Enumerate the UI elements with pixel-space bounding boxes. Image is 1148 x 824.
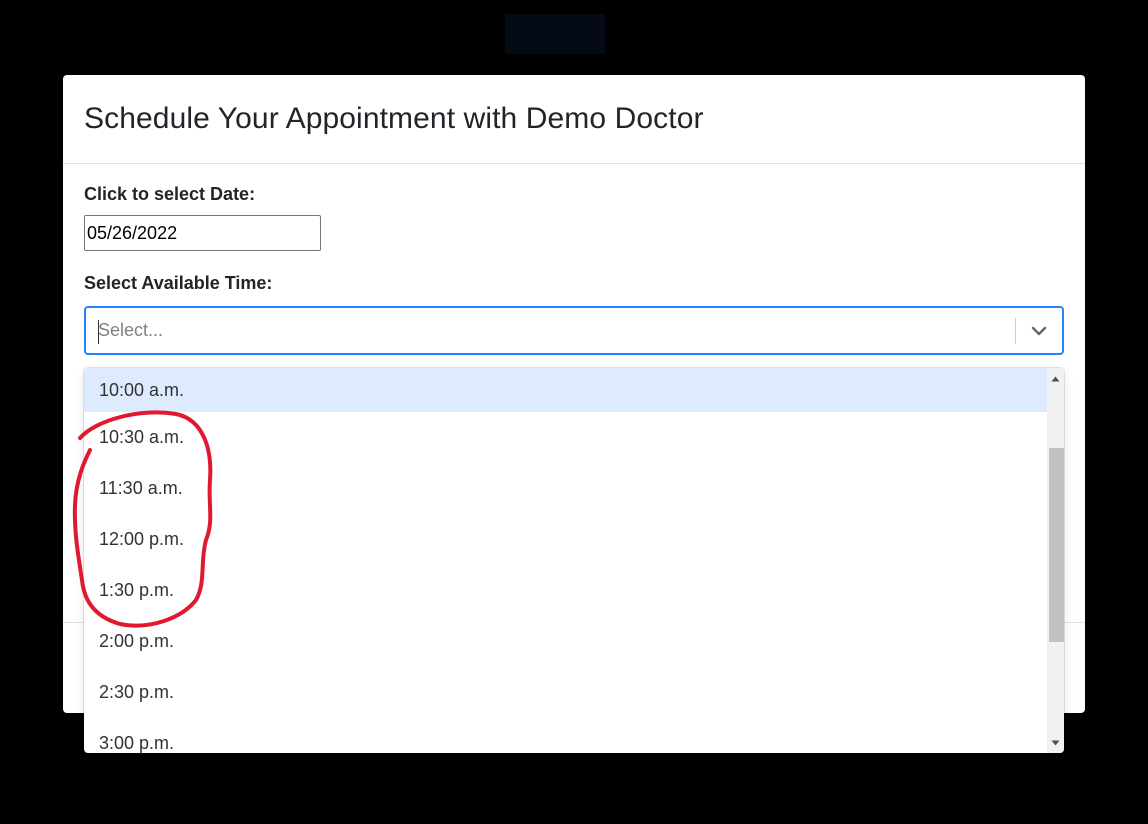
date-input[interactable] xyxy=(84,215,321,251)
menu-scrollbar[interactable] xyxy=(1047,368,1064,753)
text-cursor xyxy=(98,320,99,344)
background-fragment xyxy=(505,14,605,54)
time-option[interactable]: 11:30 a.m. xyxy=(84,463,1047,514)
scrollbar-thumb[interactable] xyxy=(1049,448,1064,642)
time-option[interactable]: 12:00 p.m. xyxy=(84,514,1047,565)
time-option[interactable]: 3:00 p.m. xyxy=(84,718,1047,753)
triangle-down-icon[interactable] xyxy=(1047,734,1064,751)
time-option[interactable]: 1:30 p.m. xyxy=(84,565,1047,616)
time-select[interactable]: Select... xyxy=(84,306,1064,355)
time-option[interactable]: 10:30 a.m. xyxy=(84,412,1047,463)
modal-header: Schedule Your Appointment with Demo Doct… xyxy=(63,75,1085,164)
select-placeholder-container[interactable]: Select... xyxy=(86,308,1015,353)
time-label: Select Available Time: xyxy=(84,273,273,293)
time-options-list: 10:00 a.m. 10:30 a.m. 11:30 a.m. 12:00 p… xyxy=(84,368,1047,753)
select-placeholder: Select... xyxy=(98,320,164,340)
time-options-menu: 10:00 a.m. 10:30 a.m. 11:30 a.m. 12:00 p… xyxy=(84,368,1064,753)
date-label: Click to select Date: xyxy=(84,184,256,204)
chevron-down-icon[interactable] xyxy=(1016,308,1062,353)
modal-body: Click to select Date: Select Available T… xyxy=(63,164,1085,355)
time-option[interactable]: 2:30 p.m. xyxy=(84,667,1047,718)
modal-title: Schedule Your Appointment with Demo Doct… xyxy=(84,102,704,135)
time-option[interactable]: 2:00 p.m. xyxy=(84,616,1047,667)
triangle-up-icon[interactable] xyxy=(1047,370,1064,387)
time-option[interactable]: 10:00 a.m. xyxy=(84,368,1047,412)
